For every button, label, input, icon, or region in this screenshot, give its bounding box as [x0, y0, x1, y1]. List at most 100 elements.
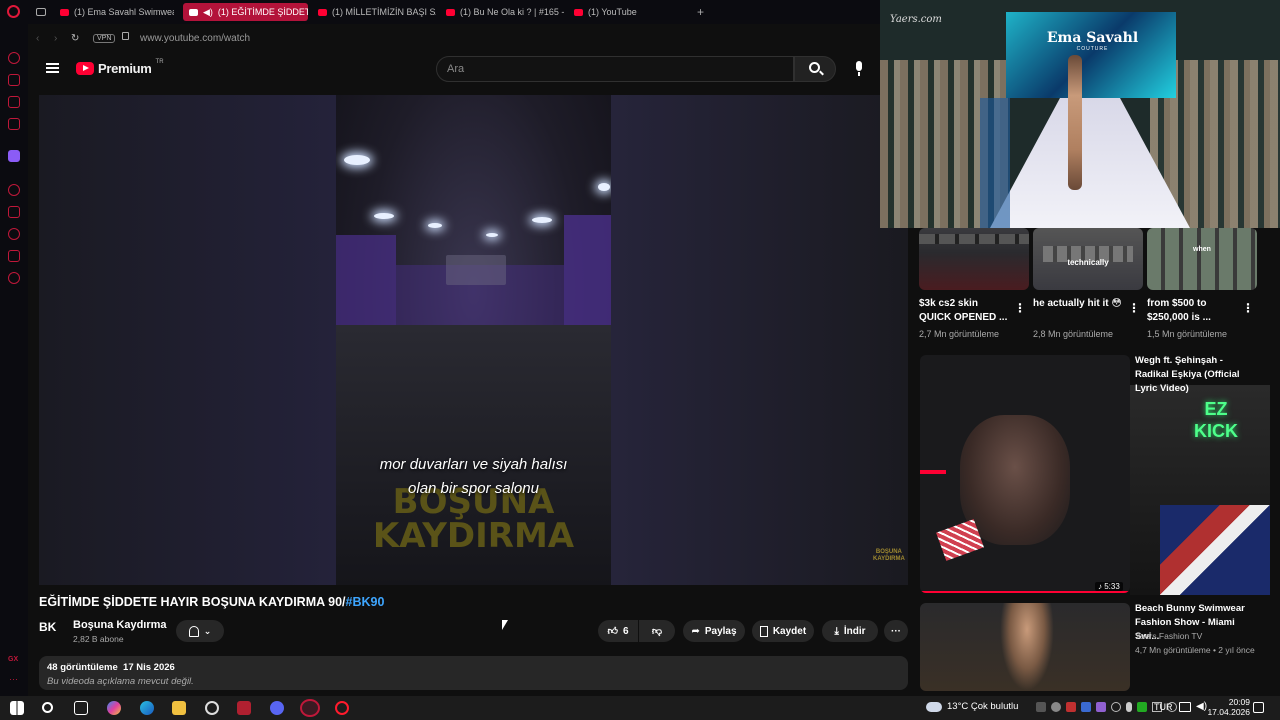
speaker-icon[interactable]: ◀) — [203, 7, 213, 18]
back-icon[interactable]: ‹ — [36, 33, 39, 44]
download-button[interactable]: ⤓ İndir — [822, 620, 878, 642]
weather-text[interactable]: 13°C Çok bulutlu — [947, 701, 1018, 712]
network-icon[interactable] — [1179, 702, 1191, 712]
recommended-title-1[interactable]: Wegh ft. Şehinşah - Radikal Eşkiya (Offi… — [1135, 354, 1257, 396]
short-title-3[interactable]: from $500 to $250,000 is ... — [1147, 297, 1239, 325]
subscriber-count: 2,82 B abone — [73, 634, 124, 644]
view-count: 48 görüntüleme — [47, 662, 118, 673]
crypto-wallet-icon[interactable] — [8, 74, 20, 86]
file-explorer-icon[interactable] — [172, 701, 186, 715]
windows-start-icon[interactable] — [10, 701, 24, 715]
url-field[interactable]: www.youtube.com/watch — [140, 33, 250, 44]
thumbs-up-icon: 👍︎ — [607, 626, 618, 637]
voicemeeter-icon[interactable] — [237, 701, 251, 715]
menu-icon[interactable] — [46, 63, 59, 73]
youtube-premium-logo[interactable]: Premium TR — [76, 59, 164, 76]
twitch-icon[interactable] — [8, 150, 20, 162]
short-title-1[interactable]: $3k cs2 skin QUICK OPENED ... — [919, 297, 1011, 325]
video-caption: mor duvarları ve siyah halısı olan bir s… — [379, 456, 568, 497]
video-player[interactable]: BOŞUNA KAYDIRMA mor duvarları ve siyah h… — [39, 95, 908, 585]
dislike-button[interactable]: 👎︎ — [639, 620, 675, 642]
messenger-icon[interactable] — [8, 96, 20, 108]
description-box[interactable]: 48 görüntüleme 17 Nis 2026 Bu videoda aç… — [39, 656, 908, 690]
more-icon[interactable]: ··· — [9, 674, 18, 684]
ez-kick-overlay: EZ KICK — [1194, 399, 1238, 441]
opera-gx-icon[interactable] — [300, 699, 320, 717]
tray-app-icon[interactable] — [1066, 702, 1076, 712]
settings-icon[interactable] — [8, 272, 20, 284]
pip-brand-center: Ema Savahl COUTURE — [1046, 30, 1139, 52]
short-thumbnail-2[interactable]: technically — [1033, 228, 1143, 290]
short-menu-icon-1[interactable]: ⋮ — [1014, 301, 1026, 315]
short-thumbnail-1[interactable] — [919, 228, 1029, 290]
channel-name[interactable]: Boşuna Kaydırma — [73, 619, 167, 631]
search-button[interactable] — [794, 56, 836, 82]
channel-avatar[interactable]: BK — [39, 620, 65, 640]
microphone-icon[interactable] — [850, 56, 868, 82]
discord-icon[interactable] — [270, 701, 284, 715]
recommended-channel-2[interactable]: Yaers Fashion TV — [1135, 631, 1202, 641]
tab-2-active[interactable]: ◀) (1) EĞİTİMDE ŞİDDETE — [183, 3, 308, 21]
tab-overview-icon[interactable] — [36, 8, 46, 16]
tray-app-icon[interactable] — [1111, 702, 1121, 712]
short-menu-icon-2[interactable]: ⋮ — [1128, 301, 1140, 315]
task-view-icon[interactable] — [74, 701, 88, 715]
recommended-meta-2: 4,7 Mn görüntüleme • 2 yıl önce — [1135, 645, 1255, 655]
like-button[interactable]: 👍︎ 6 — [598, 620, 638, 642]
blurred-background-left — [39, 95, 336, 585]
more-actions-button[interactable]: ··· — [884, 620, 908, 642]
steam-icon[interactable] — [205, 701, 219, 715]
gx-icon[interactable]: GX — [8, 656, 18, 663]
recommended-thumbnail-1[interactable] — [920, 355, 1130, 593]
description-text: Bu videoda açıklama mevcut değil. — [47, 676, 194, 687]
tray-app-icon[interactable] — [1081, 702, 1091, 712]
share-button[interactable]: ➦ Paylaş — [683, 620, 745, 642]
tray-app-icon[interactable] — [1137, 702, 1147, 712]
player-icon[interactable] — [8, 184, 20, 196]
aria-icon[interactable] — [8, 52, 20, 64]
language-indicator[interactable]: TUR — [1154, 702, 1173, 712]
notifications-icon[interactable] — [1253, 702, 1264, 713]
youtube-icon — [189, 8, 198, 16]
opera-sidebar: GX ··· — [0, 24, 28, 696]
bookmarks-icon[interactable] — [8, 206, 20, 218]
tab-3[interactable]: (1) MİLLETİMİZİN BAŞI SA — [312, 3, 436, 21]
downloads-icon[interactable] — [8, 250, 20, 262]
search-input[interactable]: Ara — [436, 56, 794, 82]
notification-bell-button[interactable]: ⌄ — [176, 620, 224, 642]
opera-icon[interactable] — [335, 701, 349, 715]
thumbs-down-icon: 👎︎ — [651, 626, 663, 637]
lock-icon[interactable] — [122, 32, 129, 40]
tray-app-icon[interactable] — [1096, 702, 1106, 712]
tab-5[interactable]: (1) YouTube — [568, 3, 688, 21]
video-title: EĞİTİMDE ŞİDDETE HAYIR BOŞUNA KAYDIRMA 9… — [39, 595, 385, 609]
edge-icon[interactable] — [140, 701, 154, 715]
tray-app-icon[interactable] — [1036, 702, 1046, 712]
pip-brand-left: Yaers.com — [890, 14, 942, 25]
clock[interactable]: 20:09 17.04.2026 — [1206, 697, 1250, 717]
mail-icon[interactable] — [8, 118, 20, 130]
short-thumbnail-3[interactable]: when — [1147, 228, 1257, 290]
recommended-thumbnail-2[interactable] — [920, 603, 1130, 691]
copilot-icon[interactable] — [107, 701, 121, 715]
youtube-icon — [574, 8, 583, 16]
save-button[interactable]: Kaydet — [752, 620, 814, 642]
tray-steam-icon[interactable] — [1051, 702, 1061, 712]
forward-icon[interactable]: › — [54, 33, 57, 44]
windows-taskbar: 13°C Çok bulutlu TUR ◀) 20:09 17.04.2026 — [0, 696, 1280, 720]
short-title-2[interactable]: he actually hit it 😳 — [1033, 297, 1125, 311]
history-icon[interactable] — [8, 228, 20, 240]
tab-4[interactable]: (1) Bu Ne Ola ki ? | #165 - — [440, 3, 565, 21]
mouse-cursor-icon — [502, 620, 508, 630]
microphone-icon[interactable] — [1126, 702, 1132, 712]
vpn-badge[interactable]: VPN — [93, 33, 116, 43]
short-menu-icon-3[interactable]: ⋮ — [1242, 301, 1254, 315]
search-icon[interactable] — [42, 702, 53, 713]
reload-icon[interactable]: ↻ — [71, 33, 79, 44]
tab-1[interactable]: (1) Ema Savahl Swimwear — [54, 3, 174, 21]
address-bar: ‹ › ↻ VPN www.youtube.com/watch — [28, 24, 880, 52]
hashtag-link[interactable]: #BK90 — [346, 595, 385, 609]
new-tab-icon[interactable]: + — [697, 5, 704, 19]
picture-in-picture-window[interactable]: Yaers.com Ema Savahl COUTURE — [880, 0, 1280, 228]
opera-logo-icon[interactable] — [7, 5, 20, 18]
